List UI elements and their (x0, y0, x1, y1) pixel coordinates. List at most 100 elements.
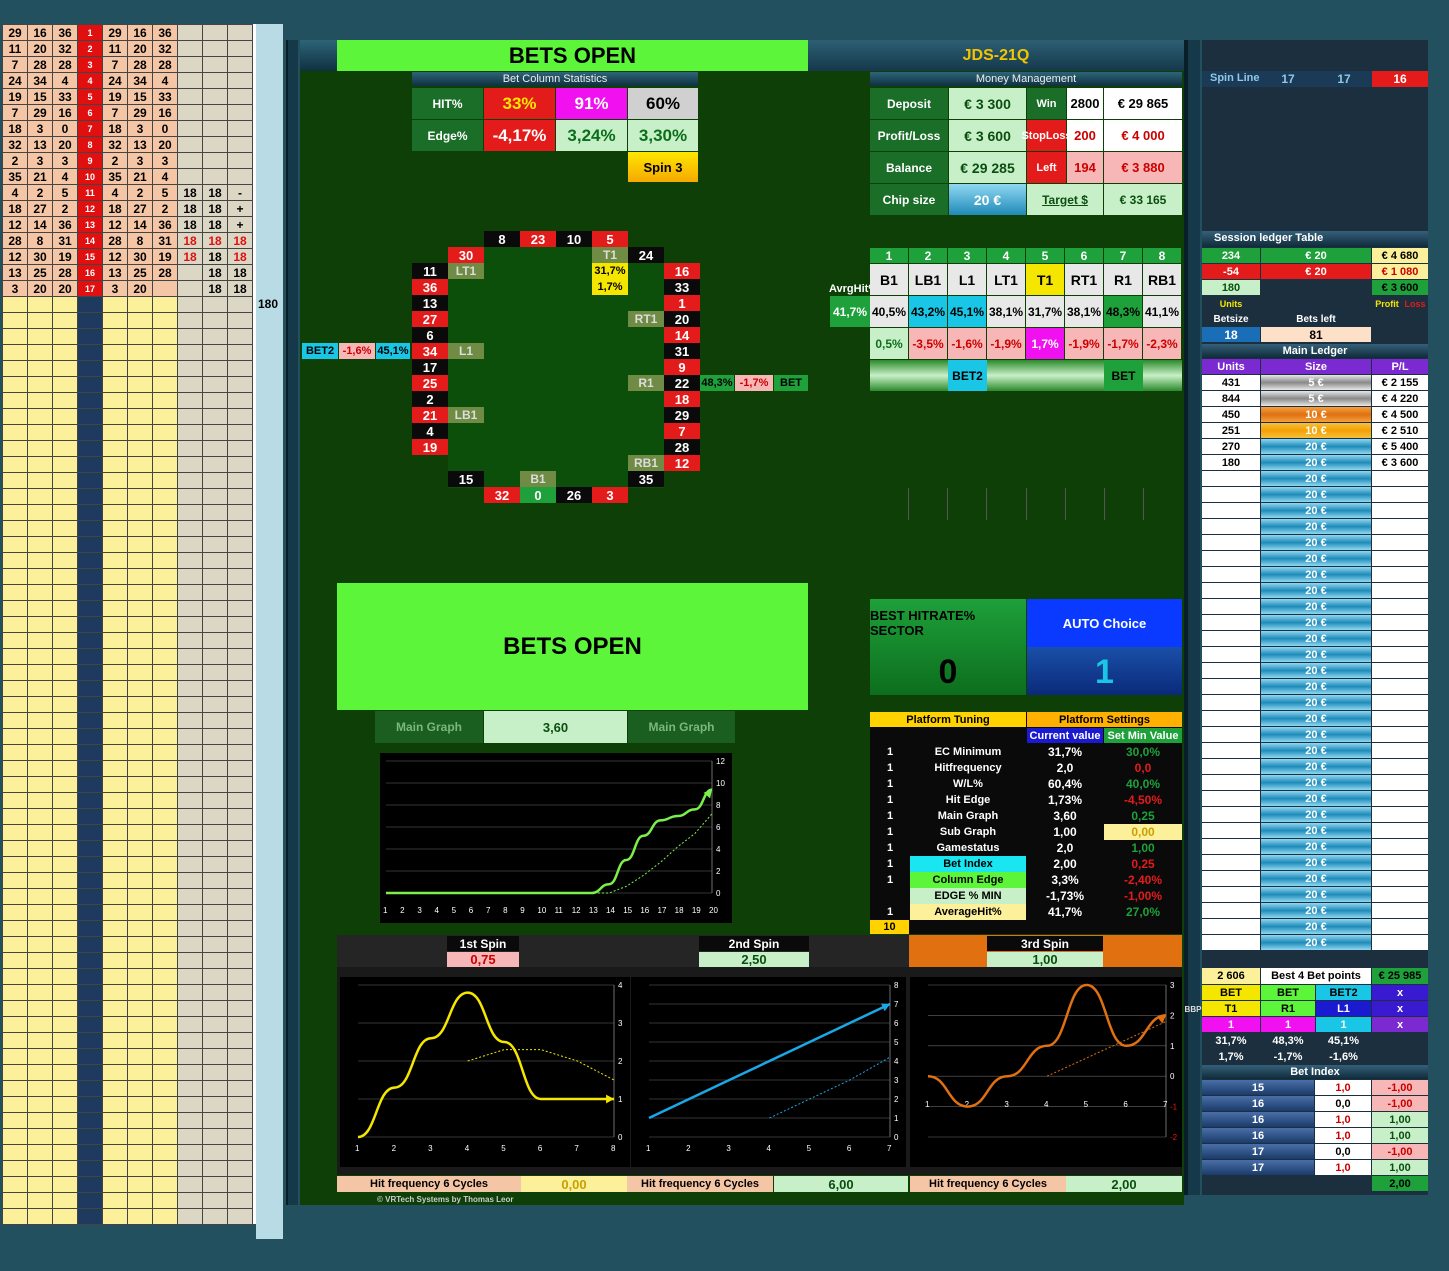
grid-cell[interactable] (27, 648, 53, 665)
grid-cell[interactable]: 5 (52, 184, 78, 201)
grid-cell[interactable] (27, 1032, 53, 1049)
grid-cell[interactable] (77, 792, 103, 809)
grid-cell[interactable] (227, 552, 253, 569)
grid-cell[interactable] (152, 712, 178, 729)
grid-cell[interactable] (127, 584, 153, 601)
grid-cell[interactable] (77, 360, 103, 377)
grid-cell[interactable] (202, 504, 228, 521)
grid-cell[interactable] (127, 504, 153, 521)
grid-cell[interactable] (152, 1096, 178, 1113)
grid-cell[interactable] (52, 1064, 78, 1081)
grid-cell[interactable] (2, 680, 28, 697)
grid-cell[interactable] (127, 984, 153, 1001)
grid-cell[interactable] (102, 792, 128, 809)
grid-cell[interactable] (77, 344, 103, 361)
grid-cell[interactable] (127, 872, 153, 889)
grid-cell[interactable] (127, 1128, 153, 1145)
grid-cell[interactable] (2, 904, 28, 921)
grid-cell[interactable] (27, 712, 53, 729)
grid-cell[interactable] (202, 744, 228, 761)
grid-cell[interactable] (52, 680, 78, 697)
grid-cell[interactable] (27, 424, 53, 441)
grid-cell[interactable] (102, 920, 128, 937)
grid-cell[interactable] (52, 552, 78, 569)
grid-cell[interactable]: 18 (227, 232, 253, 249)
grid-cell[interactable] (177, 1048, 203, 1065)
grid-cell[interactable] (152, 1144, 178, 1161)
grid-cell[interactable] (102, 424, 128, 441)
grid-cell[interactable] (102, 760, 128, 777)
grid-cell[interactable]: 13 (127, 136, 153, 153)
grid-cell[interactable] (202, 360, 228, 377)
grid-cell[interactable] (102, 824, 128, 841)
grid-cell[interactable] (202, 88, 228, 105)
grid-cell[interactable]: 3 (52, 152, 78, 169)
grid-cell[interactable]: 21 (27, 168, 53, 185)
grid-cell[interactable]: 2 (77, 40, 103, 57)
grid-cell[interactable] (52, 344, 78, 361)
grid-cell[interactable] (177, 408, 203, 425)
grid-cell[interactable] (127, 376, 153, 393)
grid-cell[interactable] (152, 504, 178, 521)
grid-cell[interactable] (77, 920, 103, 937)
grid-cell[interactable] (177, 24, 203, 41)
grid-cell[interactable] (152, 616, 178, 633)
grid-cell[interactable] (152, 440, 178, 457)
grid-cell[interactable] (27, 680, 53, 697)
grid-cell[interactable] (202, 312, 228, 329)
grid-cell[interactable] (52, 312, 78, 329)
grid-cell[interactable] (77, 1144, 103, 1161)
grid-cell[interactable] (177, 120, 203, 137)
platform-min[interactable]: 0,25 (1104, 856, 1182, 872)
grid-cell[interactable] (2, 1016, 28, 1033)
grid-cell[interactable] (152, 1080, 178, 1097)
grid-cell[interactable] (77, 696, 103, 713)
grid-cell[interactable] (227, 392, 253, 409)
grid-cell[interactable] (227, 568, 253, 585)
grid-cell[interactable] (52, 1016, 78, 1033)
grid-cell[interactable] (127, 712, 153, 729)
grid-cell[interactable] (202, 1096, 228, 1113)
grid-cell[interactable] (52, 824, 78, 841)
grid-cell[interactable]: 2 (102, 152, 128, 169)
grid-cell[interactable]: 29 (2, 24, 28, 41)
grid-cell[interactable]: 2 (2, 152, 28, 169)
grid-cell[interactable]: 28 (102, 232, 128, 249)
grid-cell[interactable] (27, 504, 53, 521)
grid-cell[interactable] (177, 424, 203, 441)
grid-cell[interactable]: 18 (102, 200, 128, 217)
grid-cell[interactable] (227, 1064, 253, 1081)
grid-cell[interactable] (2, 776, 28, 793)
grid-cell[interactable] (127, 1112, 153, 1129)
grid-cell[interactable] (177, 632, 203, 649)
grid-cell[interactable] (152, 776, 178, 793)
grid-cell[interactable] (202, 664, 228, 681)
grid-cell[interactable] (227, 872, 253, 889)
grid-cell[interactable] (2, 744, 28, 761)
grid-cell[interactable]: 16 (152, 104, 178, 121)
grid-cell[interactable]: 16 (77, 264, 103, 281)
grid-cell[interactable] (2, 360, 28, 377)
grid-cell[interactable] (152, 536, 178, 553)
grid-cell[interactable] (227, 600, 253, 617)
grid-cell[interactable] (152, 360, 178, 377)
grid-cell[interactable] (227, 840, 253, 857)
grid-cell[interactable] (177, 1176, 203, 1193)
grid-cell[interactable]: 19 (152, 248, 178, 265)
grid-cell[interactable] (177, 472, 203, 489)
grid-cell[interactable] (177, 1208, 203, 1225)
grid-cell[interactable] (102, 440, 128, 457)
grid-cell[interactable] (27, 888, 53, 905)
grid-cell[interactable] (102, 744, 128, 761)
grid-cell[interactable] (77, 616, 103, 633)
grid-cell[interactable] (127, 1032, 153, 1049)
target-link[interactable]: Target $ (1027, 184, 1103, 215)
grid-cell[interactable] (52, 968, 78, 985)
grid-cell[interactable] (177, 840, 203, 857)
grid-cell[interactable] (177, 1096, 203, 1113)
grid-cell[interactable] (202, 120, 228, 137)
grid-cell[interactable] (27, 1208, 53, 1225)
grid-cell[interactable] (27, 344, 53, 361)
grid-cell[interactable] (2, 664, 28, 681)
grid-cell[interactable] (77, 888, 103, 905)
